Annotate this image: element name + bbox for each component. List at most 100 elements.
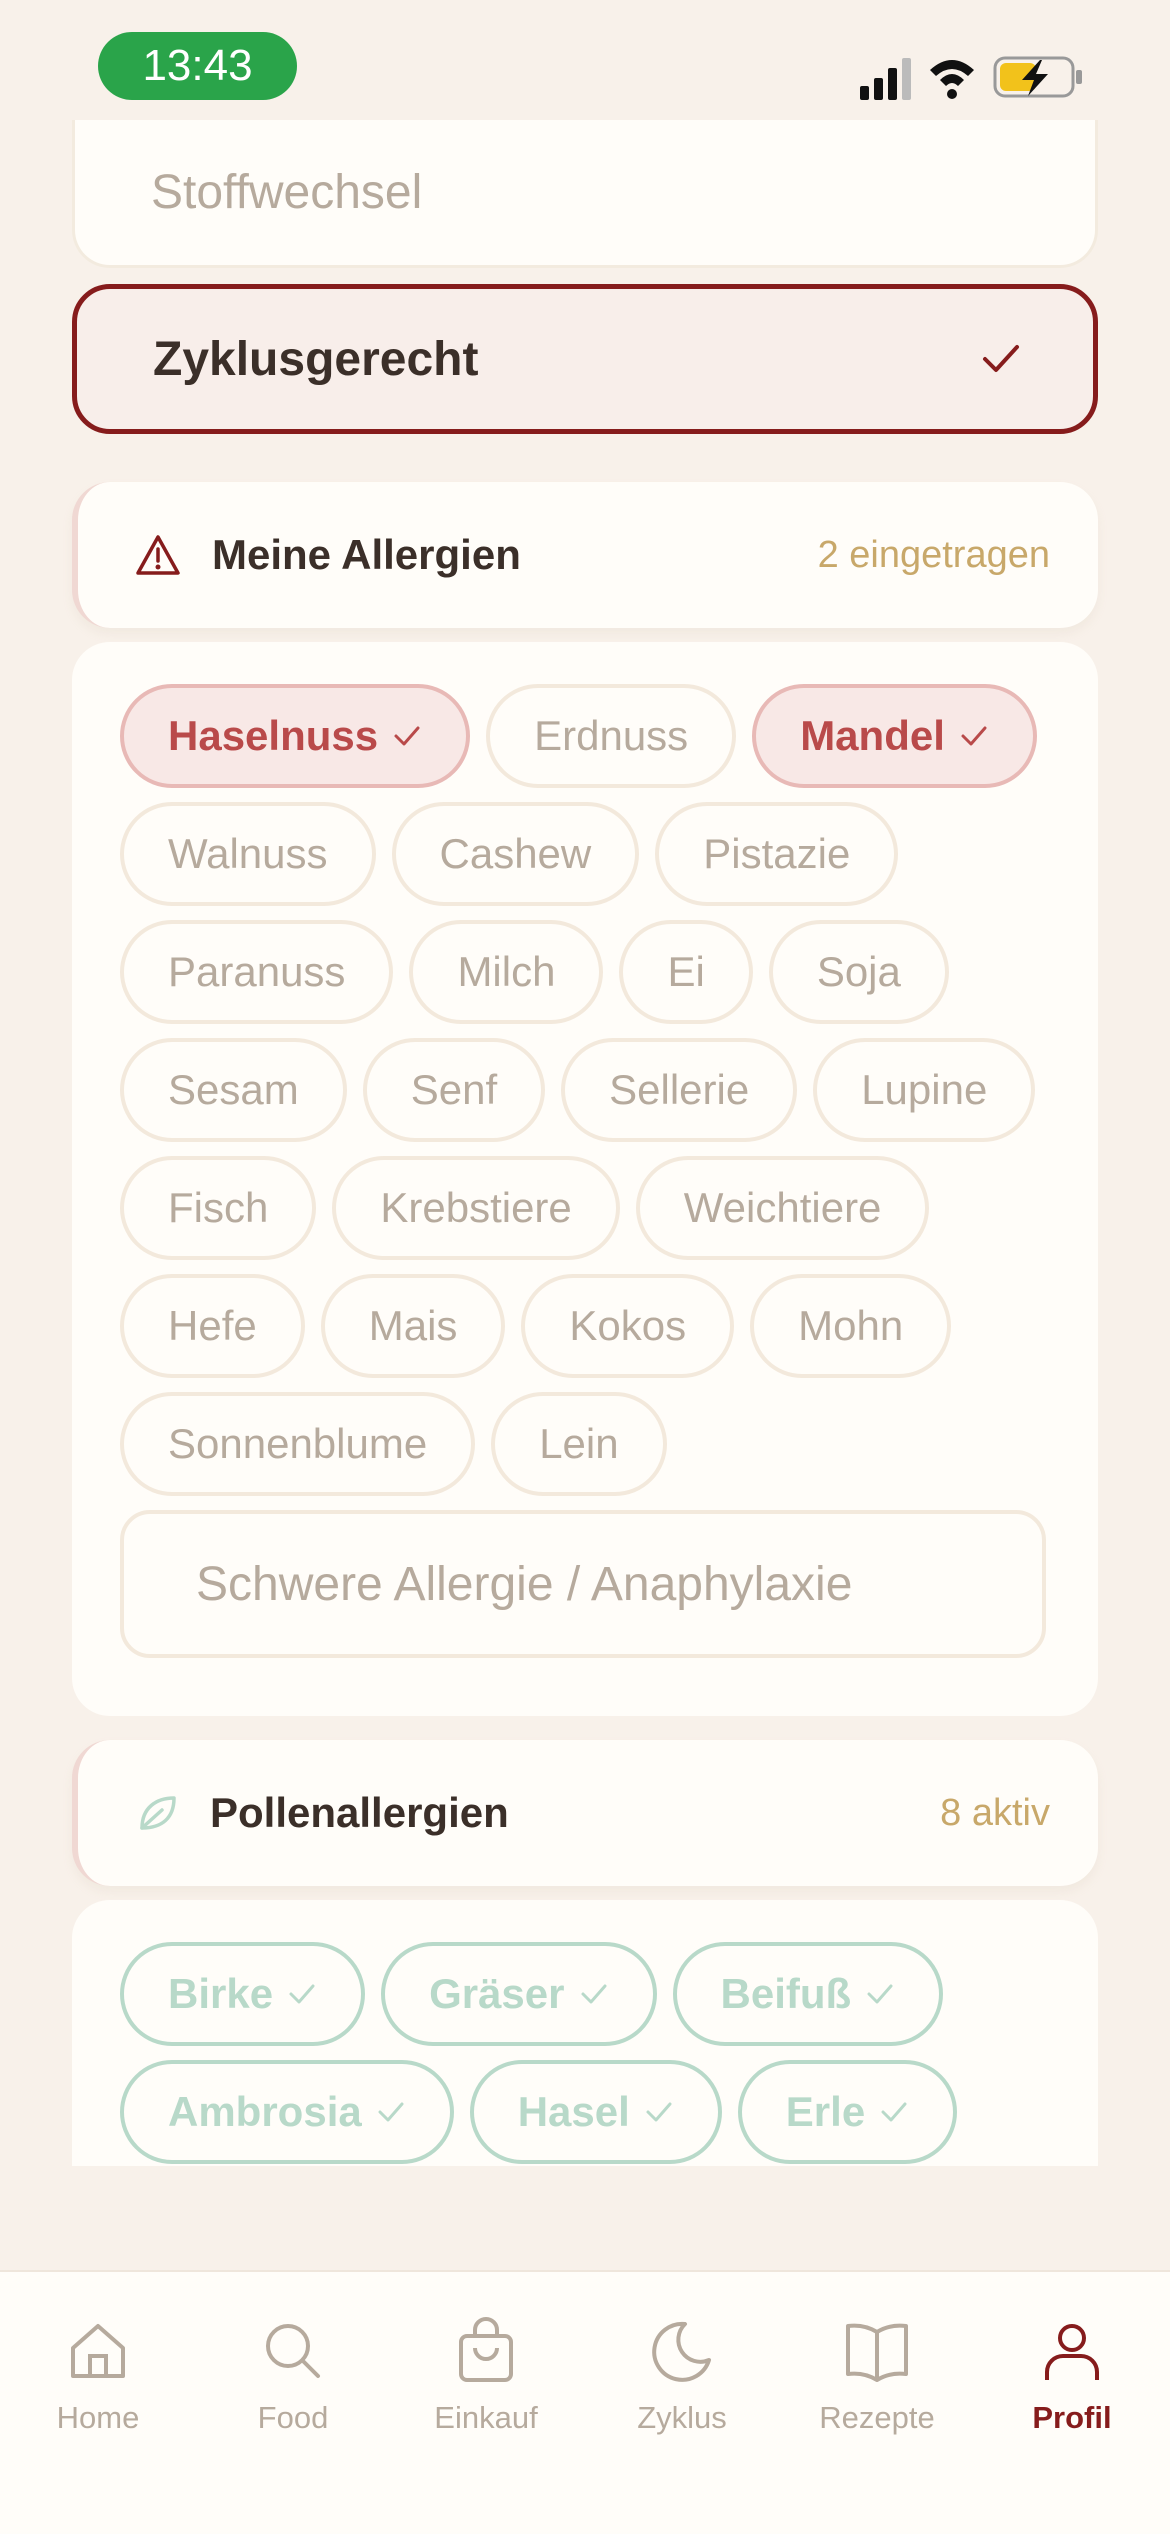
chip-label: Sellerie: [609, 1066, 750, 1113]
chip-label: Mohn: [798, 1302, 904, 1349]
home-icon: [71, 2324, 125, 2378]
tab-profil[interactable]: Profil: [992, 2316, 1152, 2466]
allergy-chip[interactable]: Erdnuss: [486, 684, 737, 788]
chip-label: Lein: [539, 1420, 619, 1467]
chip-label: Gräser: [429, 1970, 565, 2017]
pollen-chip[interactable]: Birke: [120, 1942, 366, 2046]
pollen-chip[interactable]: Beifuß: [672, 1942, 944, 2046]
chip-label: Soja: [816, 948, 901, 995]
allergy-chip-list: Haselnuss Erdnuss Mandel Walnuss Cashew Pista…: [120, 684, 1050, 1496]
allergy-chip[interactable]: Sellerie: [561, 1038, 798, 1142]
book-icon: [846, 2323, 908, 2382]
pollen-header[interactable]: Pollenallergien 8 aktiv: [72, 1740, 1098, 1886]
allergies-chips-card: Haselnuss Erdnuss Mandel Walnuss Cashew Pista…: [72, 642, 1098, 1716]
chip-label: Kokos: [569, 1302, 687, 1349]
chip-label: Cashew: [439, 830, 592, 877]
status-icons: [860, 56, 1082, 100]
severe-allergy-label: Schwere Allergie / Anaphylaxie: [196, 1557, 853, 1611]
allergy-chip[interactable]: Lupine: [813, 1038, 1036, 1142]
chip-label: Ambrosia: [168, 2088, 362, 2135]
status-time: 13:43: [98, 32, 297, 100]
status-bar: 13:43: [0, 0, 1170, 140]
check-icon: [378, 2102, 404, 2122]
chip-label: Sonnenblume: [168, 1420, 428, 1467]
allergy-chip[interactable]: Hefe: [120, 1274, 305, 1378]
tab-label: Rezepte: [819, 2400, 935, 2435]
chip-label: Hefe: [168, 1302, 257, 1349]
chip-row: Ambrosia Hasel Erle: [120, 2060, 1050, 2164]
chip-label: Paranuss: [168, 948, 346, 995]
pollen-chips-card: Birke Gräser Beifuß Ambrosia Hasel Erle: [72, 1900, 1098, 2166]
wifi-icon: [930, 60, 974, 99]
chip-label: Weichtiere: [683, 1184, 882, 1231]
allergy-chip[interactable]: Haselnuss: [120, 684, 471, 788]
diet-option-zyklusgerecht[interactable]: Zyklusgerecht: [72, 284, 1098, 434]
allergy-chip[interactable]: Mais: [320, 1274, 506, 1378]
leaf-icon: [140, 1796, 176, 1830]
chip-label: Erdnuss: [534, 712, 689, 759]
chip-label: Lupine: [861, 1066, 988, 1113]
allergy-chip[interactable]: Soja: [768, 920, 949, 1024]
chip-row: Walnuss Cashew Pistazie: [120, 802, 1050, 906]
allergy-chip[interactable]: Kokos: [521, 1274, 735, 1378]
diet-option-label: Stoffwechsel: [151, 166, 423, 219]
user-icon: [1045, 2324, 1099, 2380]
allergy-chip[interactable]: Milch: [409, 920, 604, 1024]
chip-label: Haselnuss: [168, 712, 379, 759]
tab-home[interactable]: Home: [18, 2316, 178, 2466]
allergy-chip[interactable]: Walnuss: [120, 802, 376, 906]
allergy-chip[interactable]: Senf: [362, 1038, 546, 1142]
tab-food[interactable]: Food: [213, 2316, 373, 2466]
severe-allergy-toggle[interactable]: Schwere Allergie / Anaphylaxie: [120, 1510, 1046, 1658]
check-icon: [961, 726, 987, 746]
chip-row: Birke Gräser Beifuß: [120, 1942, 1050, 2046]
allergy-chip[interactable]: Sesam: [120, 1038, 347, 1142]
chip-row: Sesam Senf Sellerie Lupine: [120, 1038, 1050, 1142]
chip-label: Senf: [410, 1066, 498, 1113]
check-icon: [983, 345, 1019, 372]
chip-label: Fisch: [168, 1184, 269, 1231]
tab-bar: Home Food Einkauf Zyklus Rezepte Profil: [0, 2270, 1170, 2534]
chip-label: Beifuß: [720, 1970, 852, 2017]
allergy-chip[interactable]: Weichtiere: [635, 1156, 930, 1260]
tab-rezepte[interactable]: Rezepte: [797, 2316, 957, 2466]
section-title: Meine Allergien: [212, 531, 521, 578]
pollen-chip[interactable]: Hasel: [469, 2060, 722, 2164]
pollen-chip[interactable]: Gräser: [381, 1942, 657, 2046]
allergy-chip[interactable]: Pistazie: [655, 802, 899, 906]
allergy-chip[interactable]: Sonnenblume: [120, 1392, 476, 1496]
allergy-chip[interactable]: Ei: [619, 920, 753, 1024]
diet-option-stoffwechsel[interactable]: Stoffwechsel: [72, 120, 1098, 268]
signal-icon: [860, 58, 911, 100]
chip-label: Milch: [457, 948, 556, 995]
chip-row: Hefe Mais Kokos Mohn: [120, 1274, 1050, 1378]
check-icon: [646, 2102, 672, 2122]
allergy-chip[interactable]: Cashew: [391, 802, 640, 906]
chip-row: Paranuss Milch Ei Soja: [120, 920, 1050, 1024]
allergy-chip[interactable]: Krebstiere: [332, 1156, 620, 1260]
chip-label: Walnuss: [168, 830, 328, 877]
tab-einkauf[interactable]: Einkauf: [406, 2316, 566, 2466]
search-icon: [266, 2324, 320, 2378]
moon-icon: [652, 2321, 711, 2382]
chip-label: Krebstiere: [380, 1184, 572, 1231]
chip-label: Ei: [667, 948, 705, 995]
battery-icon: [993, 56, 1082, 98]
chip-label: Mandel: [800, 712, 945, 759]
chip-label: Birke: [168, 1970, 274, 2017]
allergy-chip[interactable]: Paranuss: [120, 920, 394, 1024]
chip-row: Haselnuss Erdnuss Mandel: [120, 684, 1050, 788]
tab-label: Profil: [1032, 2400, 1112, 2435]
allergies-header[interactable]: Meine Allergien 2 eingetragen: [72, 482, 1098, 628]
pollen-chip[interactable]: Erle: [737, 2060, 958, 2164]
tab-label: Zyklus: [637, 2400, 727, 2435]
pollen-chip[interactable]: Ambrosia: [120, 2060, 454, 2164]
tab-label: Home: [56, 2400, 140, 2435]
tab-label: Einkauf: [434, 2400, 538, 2435]
chip-label: Hasel: [517, 2088, 630, 2135]
allergy-chip[interactable]: Mohn: [750, 1274, 952, 1378]
allergy-chip[interactable]: Lein: [491, 1392, 667, 1496]
allergy-chip[interactable]: Mandel: [752, 684, 1037, 788]
tab-zyklus[interactable]: Zyklus: [602, 2316, 762, 2466]
allergy-chip[interactable]: Fisch: [120, 1156, 317, 1260]
